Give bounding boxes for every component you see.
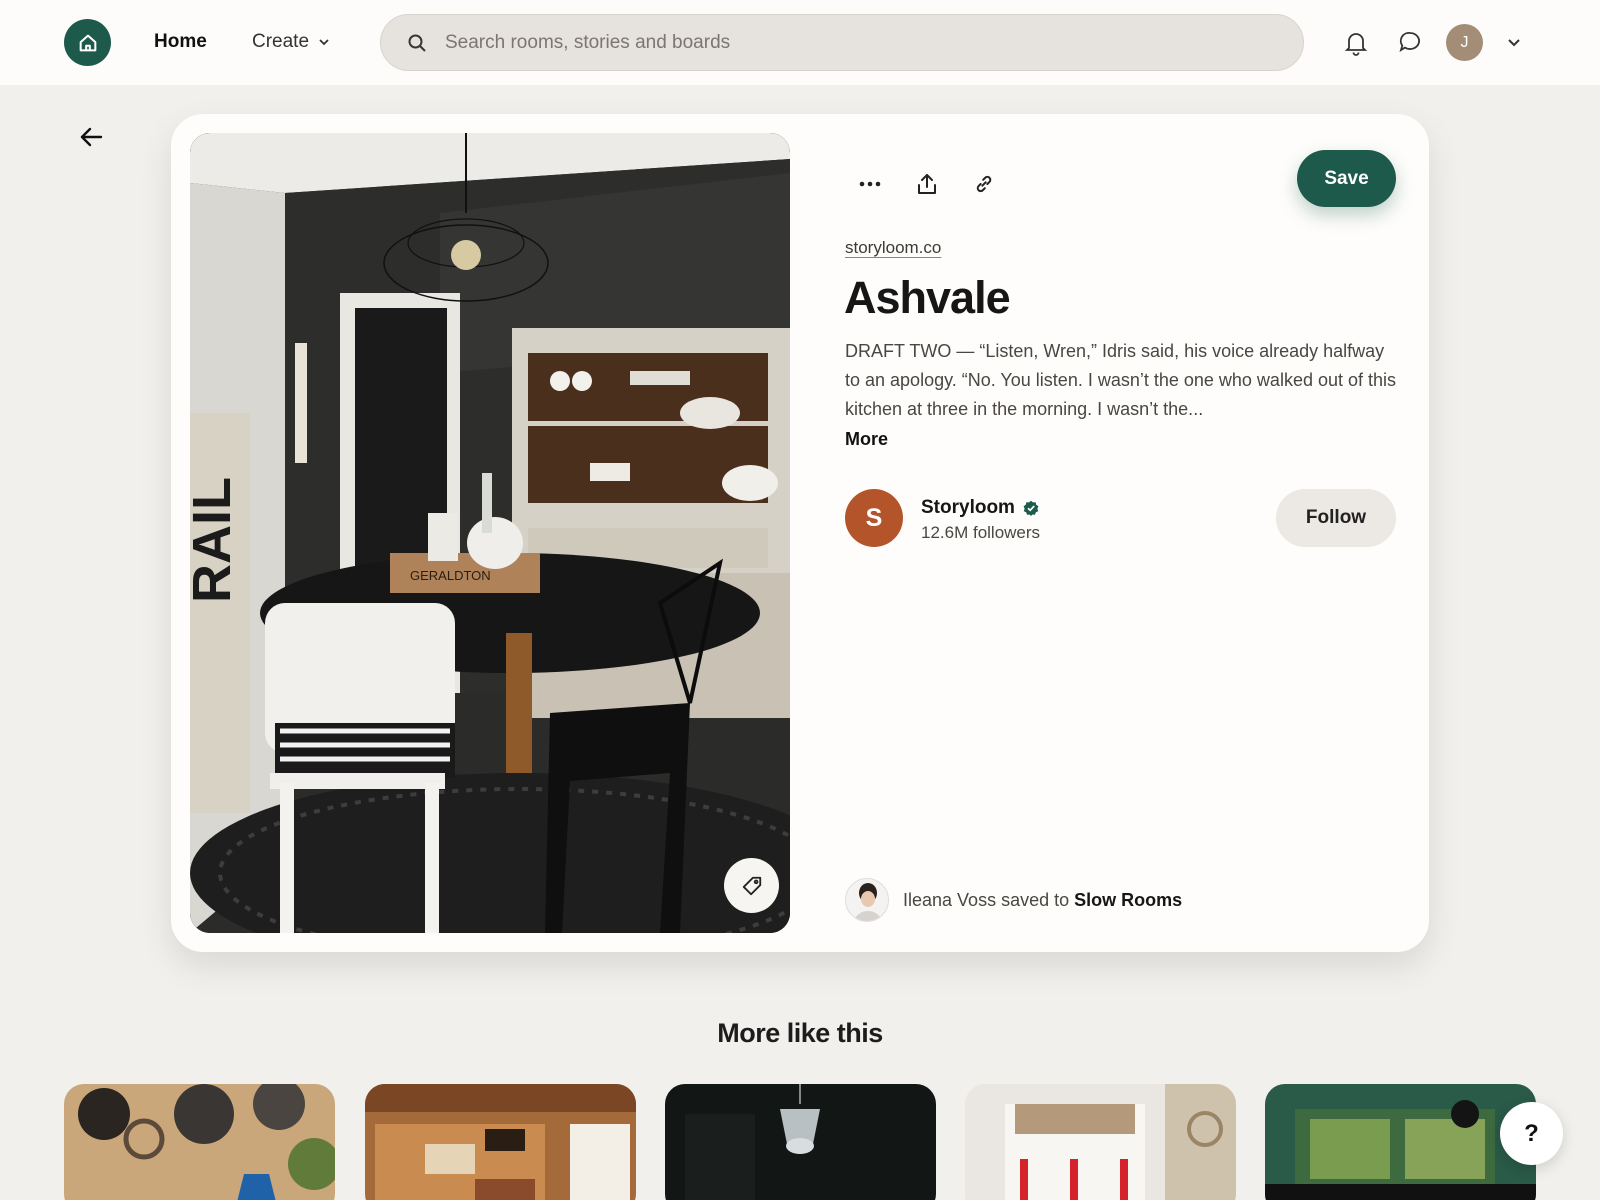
saver-portrait: [846, 879, 888, 921]
related-pin-thumbnail[interactable]: [965, 1084, 1236, 1200]
crate-label-text: GERALDTON: [410, 568, 491, 583]
tag-icon: [742, 876, 761, 895]
nav-create[interactable]: Create: [252, 31, 331, 53]
share-button[interactable]: [911, 168, 943, 200]
top-bar: Home Create J: [0, 0, 1600, 85]
chat-icon[interactable]: [1398, 30, 1422, 54]
saved-to-text: Ileana Voss saved to Slow Rooms: [903, 890, 1182, 911]
home-icon: [79, 34, 96, 51]
more-link[interactable]: More: [845, 429, 888, 450]
search-bar[interactable]: [380, 14, 1304, 71]
copy-link-button[interactable]: [968, 168, 1000, 200]
related-pin-thumbnail[interactable]: [365, 1084, 636, 1200]
back-arrow-icon[interactable]: [78, 124, 104, 150]
author-avatar[interactable]: S: [845, 489, 903, 547]
bell-icon[interactable]: [1344, 30, 1368, 56]
help-button[interactable]: ?: [1500, 1102, 1563, 1165]
source-link[interactable]: storyloom.co: [845, 238, 941, 258]
saver-name[interactable]: Ileana Voss: [903, 890, 996, 910]
related-pin-thumbnail[interactable]: [665, 1084, 936, 1200]
pin-title: Ashvale: [844, 272, 1011, 323]
visual-search-button[interactable]: [724, 858, 779, 913]
follower-count: 12.6M followers: [921, 523, 1041, 542]
related-pin-thumbnail[interactable]: [64, 1084, 335, 1200]
pin-card: GERALDTON RAIL Save storyloom.co Ashvale…: [171, 114, 1429, 952]
share-icon: [918, 174, 936, 194]
chevron-down-icon: [319, 39, 329, 46]
account-chevron-down-icon[interactable]: [1506, 36, 1522, 50]
verified-icon: [1023, 500, 1039, 516]
search-input[interactable]: [445, 15, 1265, 70]
more-icon: [859, 181, 881, 187]
pin-description: DRAFT TWO — “Listen, Wren,” Idris said, …: [845, 341, 1397, 419]
user-avatar[interactable]: J: [1446, 24, 1483, 61]
nav-create-label: Create: [252, 31, 310, 52]
pin-image[interactable]: GERALDTON RAIL: [190, 133, 790, 933]
follow-button[interactable]: Follow: [1276, 489, 1396, 547]
svg-text:RAIL: RAIL: [190, 477, 242, 603]
author-name: Storyloom: [921, 497, 1015, 518]
board-link[interactable]: Slow Rooms: [1074, 890, 1182, 910]
home-logo-button[interactable]: [64, 19, 111, 66]
related-pin-thumbnail[interactable]: [1265, 1084, 1536, 1200]
dining-room-illustration: GERALDTON RAIL: [190, 133, 790, 933]
save-button[interactable]: Save: [1297, 150, 1396, 207]
saved-connector: saved to: [1001, 890, 1070, 910]
search-icon: [408, 34, 426, 52]
more-options-button[interactable]: [854, 168, 886, 200]
more-like-this-heading: More like this: [717, 1018, 883, 1048]
link-icon: [976, 175, 992, 193]
nav-home[interactable]: Home: [154, 31, 207, 53]
author-name-row[interactable]: Storyloom: [921, 497, 1039, 519]
saver-avatar[interactable]: [845, 878, 889, 922]
